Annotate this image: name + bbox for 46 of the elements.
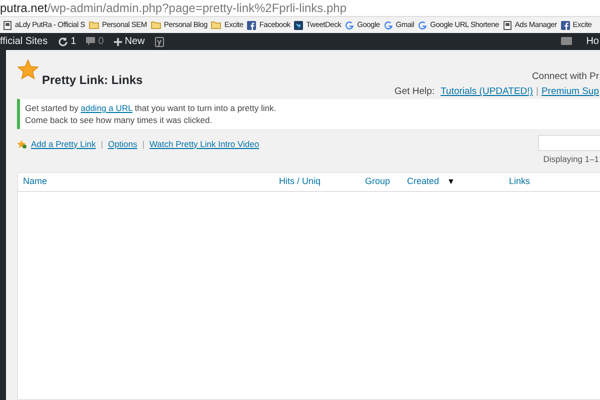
g-logo-icon bbox=[384, 20, 393, 30]
folder-icon bbox=[211, 21, 222, 29]
new-link[interactable]: New bbox=[114, 34, 145, 49]
column-header[interactable]: Hits / Uniq bbox=[279, 175, 365, 188]
f-logo-icon bbox=[247, 20, 256, 30]
star-plus-icon bbox=[17, 140, 27, 148]
column-header[interactable]: Name bbox=[23, 175, 279, 188]
plus-icon bbox=[114, 38, 122, 46]
help-label: Get Help: bbox=[394, 85, 435, 100]
page-icon bbox=[3, 20, 12, 30]
folder-icon bbox=[150, 21, 161, 29]
action-link[interactable]: Options bbox=[108, 138, 138, 150]
notice-text: Get started by adding a URL that you want to turn into a pretty link. bbox=[25, 102, 278, 114]
y-logo-icon[interactable] bbox=[154, 36, 165, 46]
bird-icon bbox=[294, 20, 304, 30]
g-logo-icon bbox=[418, 20, 428, 30]
column-header[interactable]: Links bbox=[509, 175, 569, 188]
action-link[interactable]: Add a Pretty Link bbox=[31, 138, 96, 150]
adding-url-link[interactable]: adding a URL bbox=[80, 103, 132, 113]
speech-bubble-icon bbox=[86, 37, 96, 46]
star-icon bbox=[17, 59, 39, 81]
column-header[interactable]: Group bbox=[365, 175, 407, 188]
howdy-link[interactable]: Ho bbox=[586, 34, 599, 49]
f-logo-icon bbox=[560, 20, 570, 30]
g-logo-icon bbox=[345, 20, 354, 30]
updates-link[interactable]: 1 bbox=[58, 34, 76, 49]
help-link[interactable]: Tutorials (UPDATED!) bbox=[440, 85, 533, 100]
page-title: Pretty Link: Links bbox=[42, 72, 143, 89]
separator: | bbox=[536, 85, 538, 100]
search-field[interactable] bbox=[538, 135, 600, 151]
separator: | bbox=[142, 138, 144, 150]
column-header[interactable]: Created ▼ bbox=[407, 175, 509, 188]
screen-options-icon[interactable] bbox=[561, 37, 572, 46]
site-name-link[interactable]: fficial Sites bbox=[0, 34, 48, 49]
comments-link[interactable]: 0 bbox=[86, 34, 104, 49]
connect-text: Connect with Pr bbox=[532, 70, 599, 84]
pagination-text: Displaying 1–1 bbox=[543, 153, 599, 166]
help-link[interactable]: Premium Sup bbox=[541, 85, 599, 100]
page-icon bbox=[502, 20, 512, 30]
sort-arrow: ▼ bbox=[447, 176, 455, 188]
notice-text: Come back to see how many times it was clicked. bbox=[25, 114, 214, 126]
refresh-icon bbox=[58, 36, 68, 46]
address-bar[interactable]: putra.net/wp-admin/admin.php?page=pretty-link%2Fprli-links.php bbox=[0, 0, 600, 17]
action-link[interactable]: Watch Pretty Link Intro Video bbox=[149, 138, 260, 150]
separator: | bbox=[100, 138, 103, 150]
folder-icon bbox=[88, 21, 99, 29]
